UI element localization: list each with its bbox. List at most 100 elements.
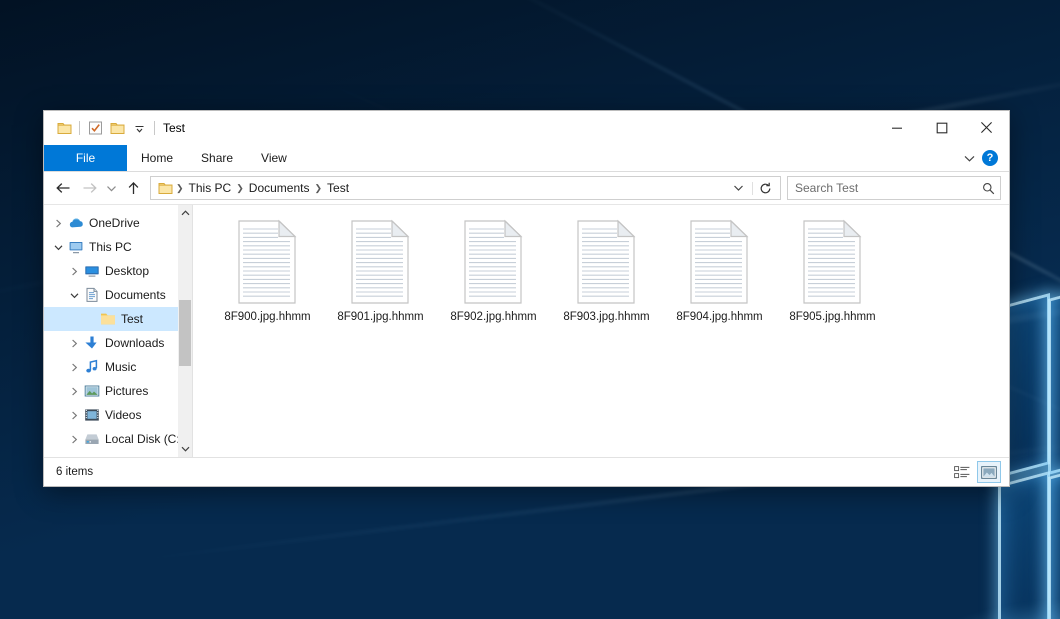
- drive-icon: [82, 431, 102, 447]
- properties-checkbox-icon[interactable]: [84, 117, 106, 139]
- sidebar-item-label: Downloads: [102, 336, 164, 350]
- sidebar-item-videos[interactable]: Videos: [44, 403, 192, 427]
- chevron-right-icon[interactable]: [66, 267, 82, 276]
- window-body: OneDriveThis PC Desktop Documents Test Downl…: [44, 205, 1009, 457]
- monitor-icon: [66, 239, 86, 255]
- chevron-down-icon[interactable]: [66, 291, 82, 300]
- status-bar: 6 items: [44, 457, 1009, 486]
- breadcrumb-folder-icon: [156, 182, 175, 195]
- sidebar-item-pictures[interactable]: Pictures: [44, 379, 192, 403]
- chevron-down-icon[interactable]: [963, 154, 976, 163]
- file-grid: 8F900.jpg.hhmm8F901.jpg.hhmm 8F902.jpg.hh…: [211, 217, 1009, 323]
- tab-file[interactable]: File: [44, 145, 127, 171]
- search-box[interactable]: Search Test: [787, 176, 1001, 200]
- file-name: 8F904.jpg.hhmm: [676, 311, 762, 323]
- sidebar-item-label: Desktop: [102, 264, 149, 278]
- ribbon-controls: ?: [963, 145, 1005, 171]
- title-bar: Test: [44, 111, 1009, 145]
- customize-chevron-icon[interactable]: [128, 117, 150, 139]
- forward-button[interactable]: [76, 175, 102, 201]
- window-controls: [874, 111, 1009, 144]
- file-item[interactable]: 8F903.jpg.hhmm: [550, 217, 663, 323]
- sidebar-item-documents[interactable]: Documents: [44, 283, 192, 307]
- sidebar-item-local-disk-c[interactable]: Local Disk (C:): [44, 427, 192, 451]
- scroll-down-icon[interactable]: [178, 441, 192, 457]
- breadcrumb: ❯ This PC ❯ Documents ❯ Test: [156, 181, 727, 195]
- sidebar-item-downloads[interactable]: Downloads: [44, 331, 192, 355]
- chevron-down-icon[interactable]: [50, 243, 66, 252]
- tab-home[interactable]: Home: [127, 145, 187, 171]
- close-icon[interactable]: [964, 111, 1009, 144]
- tree-list: OneDriveThis PC Desktop Documents Test Downl…: [44, 205, 192, 451]
- folder-icon[interactable]: [53, 117, 75, 139]
- pictures-icon: [82, 383, 102, 399]
- sidebar-item-label: Local Disk (C:): [102, 432, 184, 446]
- generic-document-icon: [686, 219, 754, 305]
- new-folder-icon[interactable]: [106, 117, 128, 139]
- file-name: 8F905.jpg.hhmm: [789, 311, 875, 323]
- toolbar-separator: [79, 121, 80, 135]
- breadcrumb-item-test[interactable]: Test: [323, 181, 353, 195]
- address-bar-buttons: [727, 182, 778, 195]
- breadcrumb-separator: ❯: [313, 183, 323, 194]
- scrollbar-thumb[interactable]: [179, 300, 191, 366]
- music-icon: [82, 359, 102, 375]
- view-buttons: [951, 461, 1001, 483]
- sidebar-scrollbar[interactable]: [178, 205, 192, 457]
- up-button[interactable]: [120, 175, 146, 201]
- sidebar-item-desktop[interactable]: Desktop: [44, 259, 192, 283]
- file-item[interactable]: 8F905.jpg.hhmm: [776, 217, 889, 323]
- sidebar-item-label: Documents: [102, 288, 166, 302]
- chevron-right-icon[interactable]: [66, 435, 82, 444]
- ribbon-tab-bar: File Home Share View ?: [44, 145, 1009, 172]
- details-view-button[interactable]: [951, 462, 973, 482]
- toolbar-separator: [154, 121, 155, 135]
- tab-share[interactable]: Share: [187, 145, 247, 171]
- chevron-down-icon[interactable]: [727, 184, 750, 192]
- sidebar-item-label: Music: [102, 360, 136, 374]
- generic-document-icon: [799, 219, 867, 305]
- scroll-up-icon[interactable]: [178, 205, 192, 221]
- document-icon: [82, 287, 102, 303]
- item-count: 6 items: [56, 466, 93, 478]
- file-item[interactable]: 8F902.jpg.hhmm: [437, 217, 550, 323]
- chevron-right-icon[interactable]: [66, 363, 82, 372]
- folder-icon: [98, 311, 118, 327]
- maximize-icon[interactable]: [919, 111, 964, 144]
- recent-locations-button[interactable]: [102, 175, 120, 201]
- window-title: Test: [163, 121, 185, 135]
- address-bar[interactable]: ❯ This PC ❯ Documents ❯ Test: [150, 176, 781, 200]
- file-name: 8F902.jpg.hhmm: [450, 311, 536, 323]
- tab-view[interactable]: View: [247, 145, 301, 171]
- breadcrumb-item-this-pc[interactable]: This PC: [185, 181, 236, 195]
- chevron-right-icon[interactable]: [66, 411, 82, 420]
- scrollbar-track[interactable]: [178, 221, 192, 441]
- chevron-right-icon[interactable]: [50, 219, 66, 228]
- generic-document-icon: [347, 219, 415, 305]
- sidebar-item-this-pc[interactable]: This PC: [44, 235, 192, 259]
- file-item[interactable]: 8F901.jpg.hhmm: [324, 217, 437, 323]
- videos-icon: [82, 407, 102, 423]
- file-item[interactable]: 8F900.jpg.hhmm: [211, 217, 324, 323]
- breadcrumb-item-documents[interactable]: Documents: [245, 181, 314, 195]
- chevron-right-icon[interactable]: [66, 339, 82, 348]
- sidebar-item-music[interactable]: Music: [44, 355, 192, 379]
- minimize-icon[interactable]: [874, 111, 919, 144]
- sidebar-item-test[interactable]: Test: [44, 307, 192, 331]
- chevron-right-icon[interactable]: [66, 387, 82, 396]
- sidebar-item-onedrive[interactable]: OneDrive: [44, 211, 192, 235]
- generic-document-icon: [460, 219, 528, 305]
- help-icon[interactable]: ?: [982, 150, 998, 166]
- search-input[interactable]: Search Test: [795, 181, 858, 195]
- file-explorer-window: Test File Home Share View: [43, 110, 1010, 487]
- download-icon: [82, 335, 102, 351]
- file-item[interactable]: 8F904.jpg.hhmm: [663, 217, 776, 323]
- sidebar-item-label: Test: [118, 312, 143, 326]
- back-button[interactable]: [50, 175, 76, 201]
- cloud-icon: [66, 215, 86, 231]
- file-list-pane[interactable]: 8F900.jpg.hhmm8F901.jpg.hhmm 8F902.jpg.hh…: [193, 205, 1009, 457]
- large-icons-view-button[interactable]: [977, 461, 1001, 483]
- refresh-icon[interactable]: [752, 182, 778, 195]
- desktop: Test File Home Share View: [0, 0, 1060, 619]
- search-icon[interactable]: [982, 182, 995, 195]
